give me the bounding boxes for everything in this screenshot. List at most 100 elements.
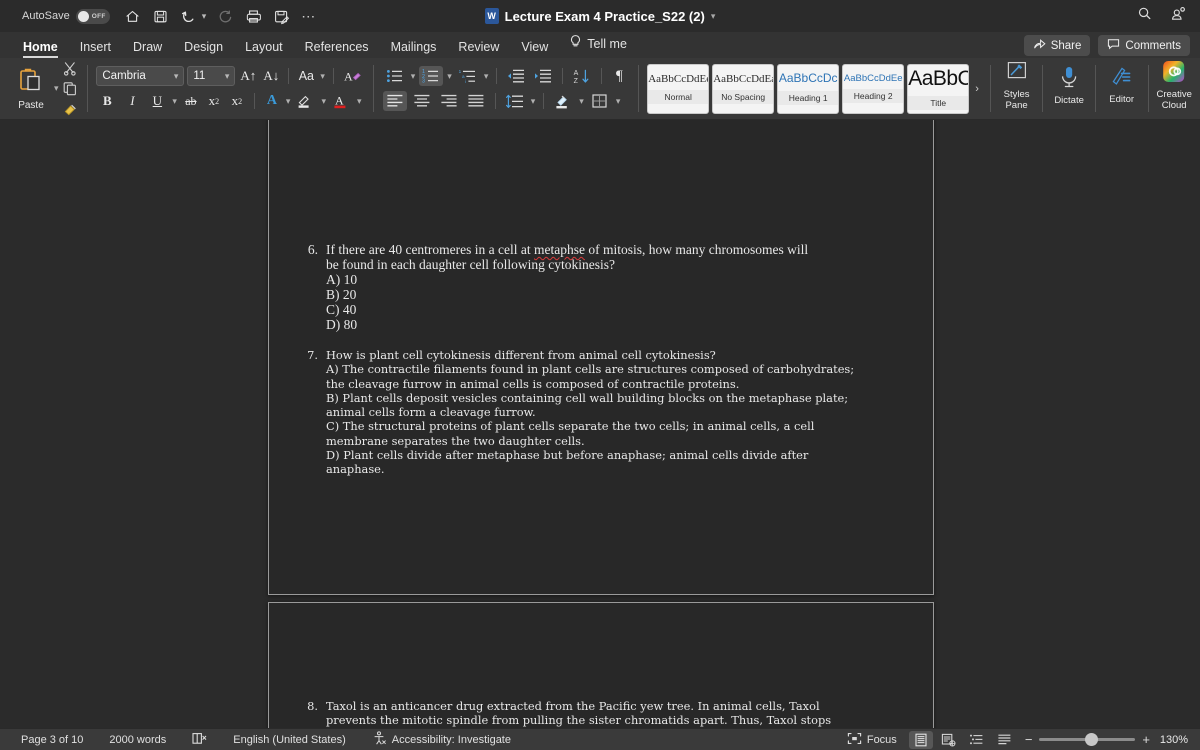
search-icon[interactable]	[1136, 5, 1153, 27]
numbered-list-chevron-down-icon[interactable]: ▾	[446, 71, 453, 82]
zoom-out-button[interactable]: −	[1025, 733, 1033, 746]
home-icon[interactable]	[124, 8, 141, 25]
change-case-chevron-down-icon[interactable]: ▾	[319, 71, 326, 82]
text-effects-button[interactable]: A	[262, 91, 282, 111]
dictate-button[interactable]: Dictate	[1047, 58, 1091, 114]
style-heading-1[interactable]: AaBbCcDc Heading 1	[777, 63, 840, 114]
align-center-icon[interactable]	[410, 91, 434, 111]
decrease-indent-icon[interactable]	[504, 66, 528, 86]
document-title[interactable]: Lecture Exam 4 Practice_S22 (2)	[505, 9, 705, 24]
subscript-button[interactable]: x2	[204, 91, 224, 111]
zoom-handle[interactable]	[1085, 733, 1099, 746]
format-painter-icon[interactable]	[62, 101, 78, 121]
question-7[interactable]: 7. How is plant cell cytokinesis differe…	[294, 348, 904, 477]
paste-button[interactable]: Paste	[9, 61, 53, 117]
tab-mailings[interactable]: Mailings	[380, 40, 448, 58]
sort-icon[interactable]: AZ	[570, 66, 594, 86]
autosave-toggle-group[interactable]: AutoSave OFF	[22, 8, 110, 24]
shading-chevron-down-icon[interactable]: ▾	[578, 96, 585, 107]
page-indicator[interactable]: Page 3 of 10	[8, 734, 96, 746]
tell-me-button[interactable]: Tell me	[559, 34, 637, 58]
document-page-3[interactable]: 6. If there are 40 centromeres in a cell…	[268, 120, 934, 595]
multilevel-list-icon[interactable]: 1ai	[456, 66, 480, 86]
shading-icon[interactable]	[551, 91, 575, 111]
align-left-icon[interactable]	[382, 91, 407, 111]
styles-pane-button[interactable]: Styles Pane	[995, 58, 1039, 114]
question-6[interactable]: 6. If there are 40 centromeres in a cell…	[294, 242, 894, 332]
style-no-spacing[interactable]: AaBbCcDdEа No Spacing	[712, 63, 775, 114]
highlight-chevron-down-icon[interactable]: ▾	[320, 96, 327, 107]
tab-review[interactable]: Review	[447, 40, 510, 58]
tab-design[interactable]: Design	[173, 40, 234, 58]
zoom-in-button[interactable]: +	[1142, 733, 1150, 746]
tab-layout[interactable]: Layout	[234, 40, 294, 58]
copy-icon[interactable]	[62, 81, 78, 101]
more-options-icon[interactable]: ⋯	[301, 9, 316, 23]
line-spacing-chevron-down-icon[interactable]: ▾	[530, 96, 537, 107]
word-count[interactable]: 2000 words	[96, 734, 179, 746]
bullet-list-icon[interactable]	[383, 66, 407, 86]
comments-button[interactable]: Comments	[1098, 35, 1190, 56]
font-size-combo[interactable]: 11 ▾	[187, 66, 236, 86]
web-layout-view[interactable]	[937, 731, 961, 749]
chevron-right-icon[interactable]: ›	[972, 83, 982, 95]
draft-view[interactable]	[993, 731, 1017, 749]
creative-cloud-button[interactable]: Creative Cloud	[1152, 58, 1196, 114]
numbered-list-icon[interactable]: 123	[419, 66, 444, 86]
grow-font-icon[interactable]: A↑	[238, 66, 258, 86]
font-color-chevron-down-icon[interactable]: ▾	[356, 96, 363, 107]
underline-chevron-down-icon[interactable]: ▾	[171, 96, 178, 107]
text-effects-chevron-down-icon[interactable]: ▾	[285, 96, 292, 107]
editor-button[interactable]: Editor	[1100, 58, 1144, 114]
question-8[interactable]: 8. Taxol is an anticancer drug extracted…	[294, 699, 904, 728]
paste-dropdown-chevron-down-icon[interactable]: ▾	[53, 83, 60, 94]
line-spacing-icon[interactable]	[503, 91, 527, 111]
scissors-icon[interactable]	[62, 61, 78, 81]
document-page-4[interactable]: 8. Taxol is an anticancer drug extracted…	[268, 602, 934, 728]
zoom-slider[interactable]: − +	[1021, 733, 1154, 746]
autosave-toggle[interactable]: OFF	[75, 8, 110, 24]
focus-mode-button[interactable]: Focus	[839, 732, 905, 748]
language-indicator[interactable]: English (United States)	[220, 734, 359, 746]
zoom-percent-label[interactable]: 130%	[1158, 734, 1192, 746]
borders-icon[interactable]	[588, 91, 612, 111]
tab-view[interactable]: View	[510, 40, 559, 58]
accessibility-status[interactable]: Accessibility: Investigate	[359, 731, 524, 748]
zoom-track[interactable]	[1039, 733, 1136, 746]
save-icon[interactable]	[152, 8, 169, 25]
underline-button[interactable]: U	[146, 91, 168, 111]
share-button[interactable]: Share	[1023, 35, 1091, 56]
justify-icon[interactable]	[464, 91, 488, 111]
tab-home[interactable]: Home	[12, 40, 69, 58]
undo-icon[interactable]	[180, 8, 197, 25]
proofing-status[interactable]	[179, 732, 220, 748]
strikethrough-button[interactable]: ab	[181, 91, 201, 111]
increase-indent-icon[interactable]	[531, 66, 555, 86]
highlight-icon[interactable]	[294, 91, 317, 111]
superscript-button[interactable]: x2	[227, 91, 247, 111]
clear-formatting-icon[interactable]: A	[341, 66, 364, 86]
multilevel-list-chevron-down-icon[interactable]: ▾	[483, 71, 490, 82]
document-canvas[interactable]: 6. If there are 40 centromeres in a cell…	[0, 120, 1200, 728]
tab-draw[interactable]: Draw	[122, 40, 173, 58]
print-icon[interactable]	[245, 8, 262, 25]
shrink-font-icon[interactable]: A↓	[261, 66, 281, 86]
undo-dropdown-chevron-down-icon[interactable]: ▾	[202, 11, 207, 22]
bullet-list-chevron-down-icon[interactable]: ▾	[410, 71, 417, 82]
outline-view[interactable]	[965, 731, 989, 749]
font-color-button[interactable]: A	[330, 91, 353, 111]
style-normal[interactable]: AaBbCcDdEе Normal	[647, 63, 710, 114]
align-right-icon[interactable]	[437, 91, 461, 111]
bold-button[interactable]: B	[96, 91, 118, 111]
font-name-combo[interactable]: Cambria ▾	[96, 66, 185, 86]
print-layout-view[interactable]	[908, 730, 933, 749]
style-heading-2[interactable]: AaBbCcDdEе Heading 2	[842, 63, 905, 114]
document-title-chevron-down-icon[interactable]: ▾	[711, 11, 716, 22]
pilcrow-icon[interactable]: ¶	[609, 66, 629, 86]
tab-references[interactable]: References	[294, 40, 380, 58]
italic-button[interactable]: I	[121, 91, 143, 111]
tab-insert[interactable]: Insert	[69, 40, 122, 58]
style-title[interactable]: AaBbС Title	[907, 63, 970, 114]
change-case-button[interactable]: Aa	[296, 66, 316, 86]
borders-chevron-down-icon[interactable]: ▾	[615, 96, 622, 107]
